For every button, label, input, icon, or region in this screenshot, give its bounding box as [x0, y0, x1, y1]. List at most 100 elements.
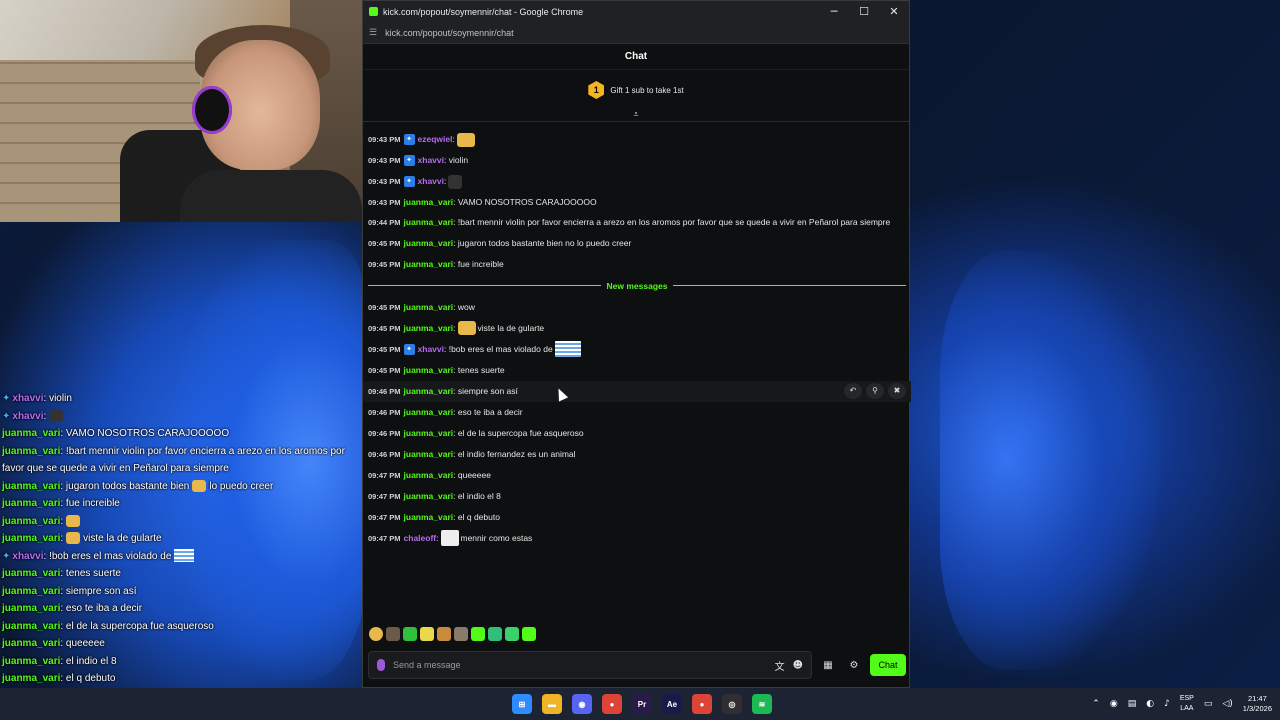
message-username[interactable]: xhavvi [418, 176, 444, 186]
emote-star-icon[interactable] [369, 627, 383, 641]
message-username[interactable]: juanma_vari [404, 197, 454, 207]
message-username[interactable]: juanma_vari [404, 491, 454, 501]
message-username[interactable]: juanma_vari [404, 365, 454, 375]
overlay-username: xhavvi [12, 410, 44, 422]
clock[interactable]: 21:47 1/3/2026 [1243, 694, 1272, 714]
chat-message: 09:46 PM juanma_vari: siempre son así ↶ ⚲ ✖ [363, 380, 911, 402]
close-button[interactable]: ✕ [879, 5, 909, 18]
chat-message: 09:45 PM ✦ xhavvi: !bob eres el mas violad… [363, 339, 911, 360]
emote-icon[interactable] [505, 627, 519, 641]
emote-icon[interactable] [522, 627, 536, 641]
message-username[interactable]: ezeqwiel [418, 134, 453, 144]
app-tray-icon[interactable]: ▤ [1128, 699, 1137, 709]
file-explorer-icon[interactable]: ▬ [542, 694, 562, 714]
spotify-icon[interactable]: ≋ [752, 694, 772, 714]
reply-icon[interactable]: ↶ [844, 382, 862, 399]
language-indicator[interactable]: ESP LAA [1180, 694, 1194, 714]
address-bar[interactable]: ☰ kick.com/popout/soymennir/chat [363, 22, 909, 44]
maximize-button[interactable]: ☐ [849, 5, 879, 18]
message-username[interactable]: juanma_vari [404, 407, 454, 417]
message-username[interactable]: juanma_vari [404, 323, 454, 333]
pin-icon[interactable]: ⚲ [866, 382, 884, 399]
message-username[interactable]: juanma_vari [404, 470, 454, 480]
emote-icon[interactable] [420, 627, 434, 641]
microphone-icon[interactable] [377, 659, 385, 671]
mod-badge-icon: ✦ [2, 410, 11, 422]
message-username[interactable]: juanma_vari [404, 428, 454, 438]
message-username[interactable]: chaleoff [404, 533, 437, 543]
message-username[interactable]: juanma_vari [404, 512, 454, 522]
gift-leaderboard[interactable]: 1 Gift 1 sub to take 1st [363, 70, 909, 110]
chrome-active-icon[interactable]: ● [692, 694, 712, 714]
chrome-icon[interactable]: ● [602, 694, 622, 714]
chat-input-box[interactable]: 文 ☻ [368, 651, 812, 679]
emote-icon[interactable] [403, 627, 417, 641]
keyboard-layout: LAA [1180, 705, 1194, 712]
emote-icon [192, 479, 207, 492]
overlay-chat-line: juanma_vari: el de la supercopa fue asqu… [0, 618, 362, 636]
message-username[interactable]: juanma_vari [404, 302, 454, 312]
send-chat-button[interactable]: Chat [870, 654, 906, 676]
message-username[interactable]: juanma_vari [404, 386, 454, 396]
wallpaper-bloom-right [940, 250, 1160, 670]
mod-badge-icon: ✦ [403, 134, 415, 146]
settings-gear-icon[interactable]: ⚙ [844, 655, 864, 675]
emote-icon[interactable] [386, 627, 400, 641]
after-effects-icon[interactable]: Ae [662, 694, 682, 714]
store-icon[interactable]: ▦ [818, 655, 838, 675]
overlay-username: juanma_vari [2, 568, 61, 579]
windows-start-icon[interactable]: ⊞ [512, 694, 532, 714]
delete-icon[interactable]: ✖ [888, 382, 906, 399]
emote-icon[interactable] [471, 627, 485, 641]
overlay-chat-line: juanma_vari: !bart mennir violin por fav… [0, 443, 362, 478]
message-username[interactable]: juanma_vari [404, 238, 454, 248]
message-text: : violin [444, 155, 469, 165]
microphone-tray-icon[interactable]: ♪ [1164, 699, 1170, 709]
message-timestamp: 09:43 PM [368, 156, 401, 165]
discord-tray-icon[interactable]: ◉ [1110, 699, 1118, 709]
emote-icon[interactable] [488, 627, 502, 641]
message-text: : [452, 134, 455, 144]
message-username[interactable]: juanma_vari [404, 217, 454, 227]
obs-icon[interactable]: ◎ [722, 694, 742, 714]
emote-icon[interactable] [437, 627, 451, 641]
message-username[interactable]: xhavvi [418, 155, 444, 165]
flag-emote-icon [174, 549, 195, 563]
premiere-icon[interactable]: Pr [632, 694, 652, 714]
emoji-icon[interactable]: ☻ [793, 660, 803, 671]
rank-badge-icon: 1 [588, 81, 605, 99]
divider-line [368, 285, 601, 286]
overlay-text: : el de la supercopa fue asqueroso [60, 620, 214, 632]
overlay-text: : queeeee [60, 638, 105, 649]
message-text: : wow [453, 301, 475, 312]
message-text: : jugaron todos bastante bien no lo pued… [453, 237, 632, 248]
message-timestamp: 09:43 PM [368, 135, 401, 144]
emote-icon[interactable] [454, 627, 468, 641]
overlay-chat-line: juanma_vari: eso te iba a decir [0, 600, 362, 618]
url-text[interactable]: kick.com/popout/soymennir/chat [385, 28, 514, 38]
site-settings-icon[interactable]: ☰ [369, 27, 377, 38]
collapse-icon[interactable]: ⩡ [363, 110, 909, 120]
message-text: : [436, 532, 439, 543]
overlay-username: juanma_vari [2, 585, 61, 597]
message-username[interactable]: juanma_vari [404, 449, 454, 459]
discord-icon[interactable]: ◉ [572, 694, 592, 714]
overlay-username: xhavvi [12, 550, 44, 562]
translate-icon[interactable]: 文 [775, 658, 785, 673]
overlay-username: juanma_vari [2, 620, 61, 632]
message-timestamp: 09:45 PM [368, 302, 401, 312]
steam-tray-icon[interactable]: ◐ [1146, 699, 1154, 709]
network-icon[interactable]: ▭ [1204, 699, 1213, 709]
chevron-up-icon[interactable]: ⌃ [1092, 699, 1100, 709]
overlay-text: : el q debuto [60, 673, 116, 684]
overlay-username: juanma_vari [2, 515, 61, 527]
overlay-text: : [60, 533, 64, 544]
message-username[interactable]: xhavvi [418, 344, 444, 354]
message-username[interactable]: juanma_vari [404, 259, 454, 269]
message-input[interactable] [393, 660, 767, 670]
mod-badge-icon: ✦ [403, 155, 415, 167]
minimize-button[interactable]: ─ [819, 5, 849, 18]
volume-icon[interactable]: ◁) [1222, 699, 1232, 709]
chat-message: 09:45 PM juanma_vari: wow [363, 297, 911, 318]
new-messages-divider: New messages [363, 275, 911, 297]
